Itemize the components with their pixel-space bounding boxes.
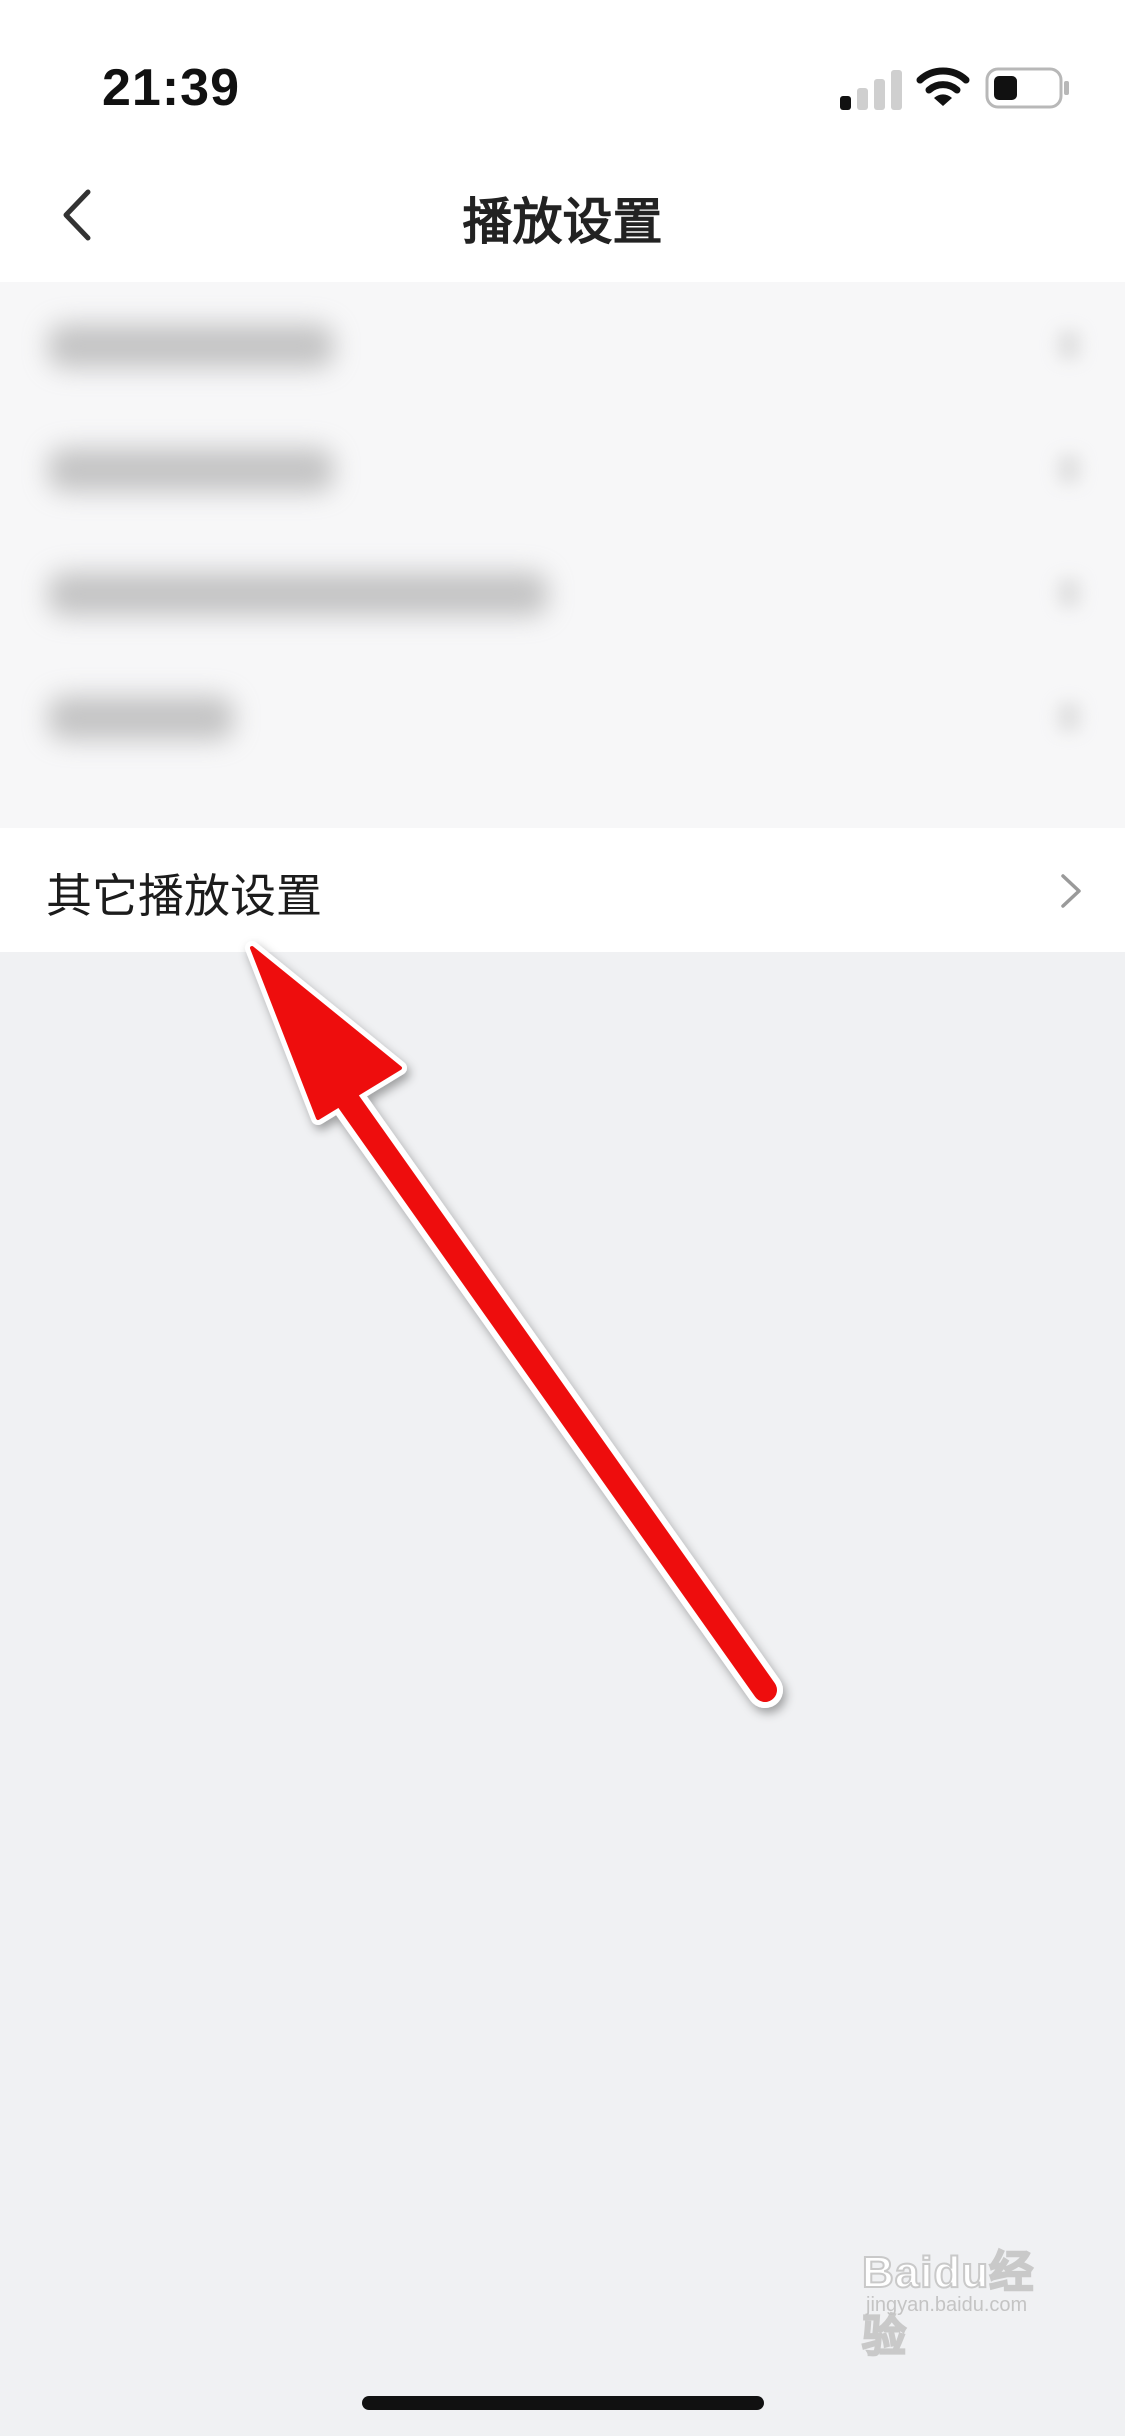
navigation-bar: 播放设置 [0, 150, 1125, 282]
status-time: 21:39 [102, 59, 240, 117]
obscured-settings-group [0, 282, 1125, 828]
watermark-subtext: jingyan.baidu.com [866, 2294, 1028, 2316]
chevron-right-icon [1061, 874, 1081, 908]
obscured-list-item[interactable] [0, 406, 1125, 530]
list-item-other-playback-settings[interactable]: 其它播放设置 [0, 828, 1125, 952]
page-title: 播放设置 [462, 193, 663, 251]
list-item-label: 其它播放设置 [46, 869, 322, 923]
cellular-signal-icon [840, 70, 902, 110]
status-bar: 21:39 [0, 0, 1125, 150]
home-indicator[interactable] [362, 2396, 764, 2410]
battery-icon [985, 67, 1069, 109]
obscured-list-item[interactable] [0, 282, 1125, 406]
obscured-list-item[interactable] [0, 530, 1125, 654]
wifi-icon [916, 67, 970, 106]
baidu-watermark: Baidu经验 jingyan.baidu.com [861, 2226, 1067, 2362]
obscured-list-item[interactable] [0, 654, 1125, 778]
